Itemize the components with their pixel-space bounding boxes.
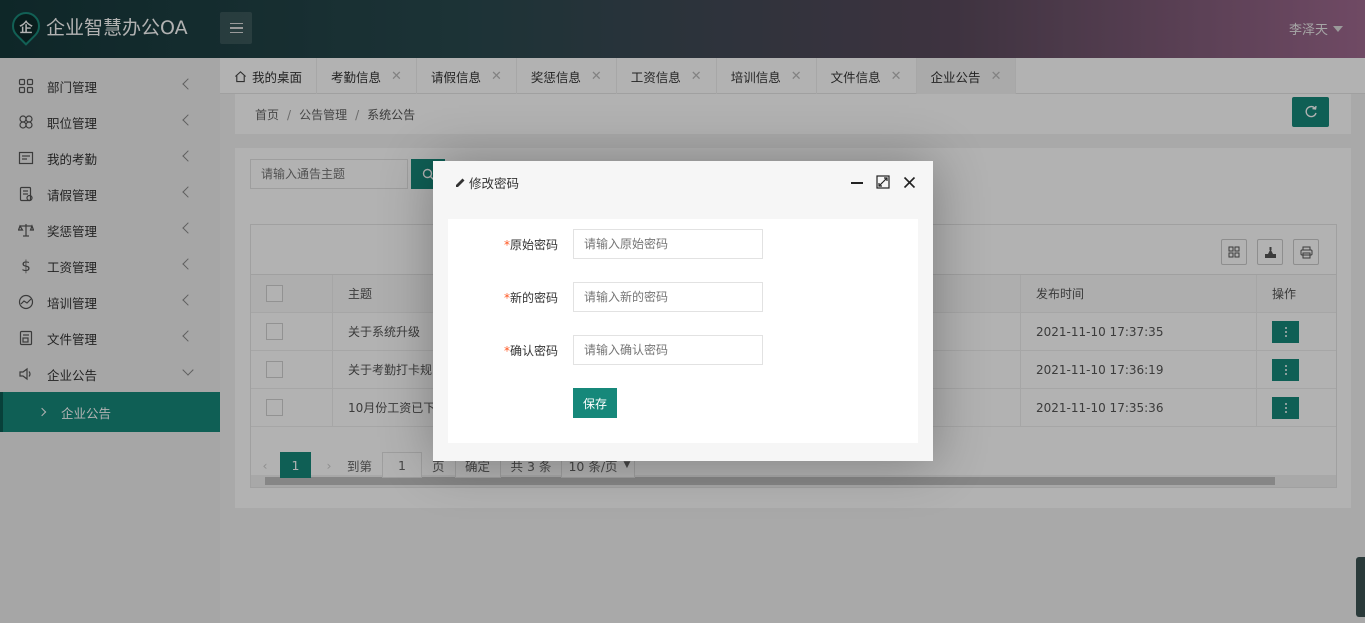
new-password-input[interactable] (573, 282, 763, 312)
pencil-icon (456, 178, 465, 187)
close-icon (903, 176, 915, 188)
dialog-header: 修改密码 (433, 161, 933, 204)
old-password-input[interactable] (573, 229, 763, 259)
confirm-password-input[interactable] (573, 335, 763, 365)
form-row-confirm-password: *确认密码 (448, 335, 763, 365)
change-password-dialog: 修改密码 *原始密码 *新的密码 *确认密码 保存 (433, 161, 933, 461)
page-scroll-indicator[interactable] (1356, 557, 1365, 617)
old-password-label: *原始密码 (503, 237, 558, 252)
maximize-icon (876, 175, 890, 189)
new-password-label: *新的密码 (503, 290, 558, 305)
confirm-password-label: *确认密码 (503, 343, 558, 358)
form-row-old-password: *原始密码 (448, 229, 763, 259)
minimize-button[interactable] (849, 174, 865, 190)
minimize-icon (851, 182, 863, 184)
save-button[interactable]: 保存 (573, 388, 617, 418)
maximize-button[interactable] (875, 174, 891, 190)
form-row-new-password: *新的密码 (448, 282, 763, 312)
dialog-body: *原始密码 *新的密码 *确认密码 保存 (448, 219, 918, 443)
dialog-title: 修改密码 (469, 176, 520, 191)
close-dialog-button[interactable] (901, 174, 917, 190)
